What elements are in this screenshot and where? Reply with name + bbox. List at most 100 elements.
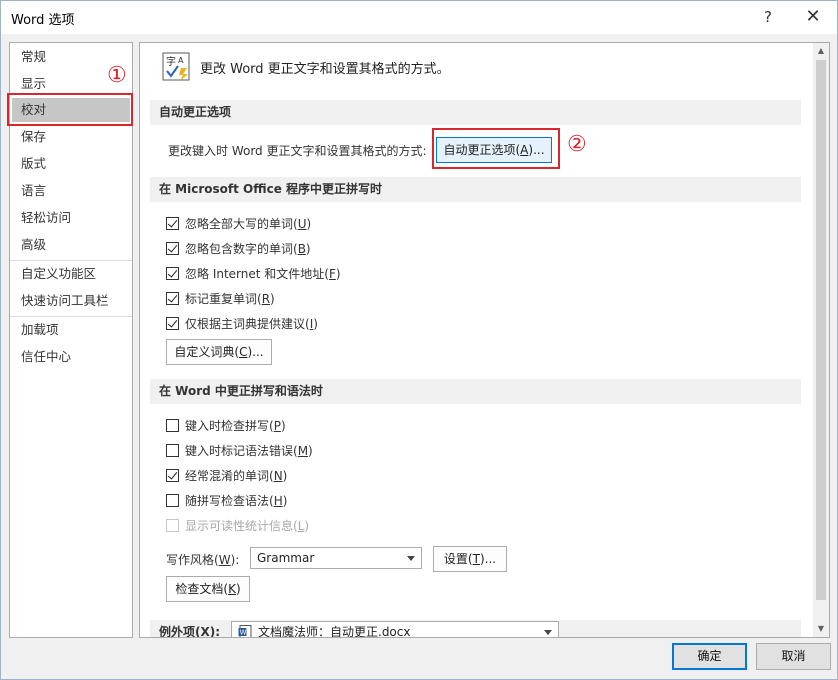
close-button[interactable]: ✕ (800, 5, 826, 29)
checkbox-ignore-numbers[interactable]: 忽略包含数字的单词(B) (166, 238, 311, 258)
button-label: 设置( (443, 552, 473, 566)
scrollbar-thumb[interactable] (816, 60, 826, 600)
grammar-settings-button[interactable]: 设置(T)... (433, 546, 507, 572)
checkbox-label: 仅根据主词典提供建议(I) (185, 315, 318, 332)
access-key: T (472, 552, 480, 566)
checkbox-box[interactable] (166, 291, 179, 305)
ok-button[interactable]: 确定 (672, 643, 747, 670)
label-text: 标记重复单词( (185, 291, 262, 306)
button-label-suffix: )... (479, 552, 497, 566)
access-key: N (273, 468, 283, 483)
checkbox-box[interactable] (166, 216, 179, 230)
svg-text:A: A (178, 56, 184, 65)
label-end: ) (282, 468, 288, 483)
checkbox-box (166, 518, 179, 532)
checkbox-box[interactable] (166, 468, 179, 482)
nav-item-trust-center[interactable]: 信任中心 (10, 345, 132, 369)
checkbox-label: 键入时检查拼写(P) (185, 417, 286, 434)
checkbox-label: 键入时标记语法错误(M) (185, 442, 313, 459)
scroll-up-arrow-icon[interactable]: ▲ (813, 43, 829, 59)
checkbox-box[interactable] (166, 493, 179, 507)
label-text: 忽略全部大写的单词( (185, 216, 298, 231)
label-end: ) (304, 518, 310, 533)
scroll-down-arrow-icon[interactable]: ▼ (813, 621, 829, 637)
annotation-box-nav (7, 93, 133, 126)
exceptions-document-select[interactable]: W 文档魔法师：自动更正.docx (231, 621, 559, 637)
content-scrollbar[interactable]: ▲ ▼ (813, 43, 829, 637)
title-bar: Word 选项 ? ✕ (1, 1, 837, 34)
checkbox-label: 标记重复单词(R) (185, 290, 275, 307)
nav-item-quick-access-toolbar[interactable]: 快速访问工具栏 (10, 289, 132, 313)
writing-style-select[interactable]: Grammar (250, 547, 422, 569)
label-text: 键入时标记语法错误( (185, 443, 298, 458)
nav-divider (10, 260, 132, 261)
button-label: 检查文档( (175, 582, 229, 596)
label-text: 显示可读性统计信息( (185, 518, 298, 533)
checkbox-box[interactable] (166, 241, 179, 255)
label-text: 忽略 Internet 和文件地址( (185, 266, 329, 281)
nav-item-language[interactable]: 语言 (10, 179, 132, 203)
checkbox-mark-grammar-errors[interactable]: 键入时标记语法错误(M) (166, 440, 313, 460)
annotation-box-autocorrect-button (432, 128, 560, 169)
label-text: 仅根据主词典提供建议( (185, 316, 310, 331)
access-key: M (297, 443, 309, 458)
checkbox-main-dictionary-only[interactable]: 仅根据主词典提供建议(I) (166, 313, 318, 333)
checkbox-check-spelling-as-you-type[interactable]: 键入时检查拼写(P) (166, 415, 286, 435)
checkbox-box[interactable] (166, 266, 179, 280)
help-button[interactable]: ? (755, 5, 781, 29)
access-key: X (200, 625, 210, 638)
label-text: 经常混淆的单词( (185, 468, 274, 483)
writing-style-label: 写作风格(W): (166, 551, 239, 568)
annotation-marker-1: ① (107, 63, 127, 88)
checkbox-box[interactable] (166, 418, 179, 432)
label-end: ) (280, 418, 286, 433)
label-end: ) (308, 443, 313, 458)
nav-item-advanced[interactable]: 高级 (10, 233, 132, 257)
checkbox-box[interactable] (166, 316, 179, 330)
checkbox-check-grammar-with-spelling[interactable]: 随拼写检查语法(H) (166, 490, 287, 510)
word-document-icon: W (238, 625, 252, 637)
options-category-list: 常规 显示 校对 保存 版式 语言 轻松访问 高级 自定义功能区 快速访问工具栏… (9, 42, 133, 638)
label-text: 写作风格( (166, 553, 219, 567)
label-end: ) (270, 291, 275, 306)
label-end: ) (306, 216, 312, 231)
checkbox-flag-repeated-words[interactable]: 标记重复单词(R) (166, 288, 275, 308)
nav-item-customize-ribbon[interactable]: 自定义功能区 (10, 262, 132, 286)
custom-dictionaries-button[interactable]: 自定义词典(C)... (166, 339, 272, 365)
section-office-spelling-header: 在 Microsoft Office 程序中更正拼写时 (150, 177, 801, 202)
button-label: 自定义词典( (174, 345, 240, 359)
access-key: H (273, 493, 283, 508)
proofing-abc-check-icon: 字 A (162, 52, 190, 81)
label-end: ) (282, 493, 288, 508)
nav-item-layout[interactable]: 版式 (10, 152, 132, 176)
recheck-document-button[interactable]: 检查文档(K) (166, 576, 250, 602)
chevron-down-icon (407, 556, 415, 561)
label-end: ) (335, 266, 341, 281)
access-key: K (228, 582, 236, 596)
checkbox-label: 忽略全部大写的单词(U) (185, 215, 311, 232)
checkbox-ignore-uppercase[interactable]: 忽略全部大写的单词(U) (166, 213, 311, 233)
nav-item-accessibility[interactable]: 轻松访问 (10, 206, 132, 230)
checkbox-label: 忽略 Internet 和文件地址(F) (185, 265, 341, 282)
checkbox-box[interactable] (166, 443, 179, 457)
checkbox-frequently-confused-words[interactable]: 经常混淆的单词(N) (166, 465, 287, 485)
svg-text:字: 字 (166, 55, 176, 68)
checkbox-label: 随拼写检查语法(H) (185, 492, 287, 509)
nav-item-add-ins[interactable]: 加载项 (10, 318, 132, 342)
label-end: ) (305, 241, 311, 256)
label-end: ): (230, 553, 240, 567)
autocorrect-description: 更改键入时 Word 更正文字和设置其格式的方式: (168, 144, 427, 158)
access-key: F (328, 266, 336, 281)
nav-item-save[interactable]: 保存 (10, 125, 132, 149)
svg-text:W: W (240, 629, 247, 637)
checkbox-ignore-internet-addresses[interactable]: 忽略 Internet 和文件地址(F) (166, 263, 341, 283)
access-key: B (297, 241, 306, 256)
label-end: ): (209, 625, 221, 638)
header-description: 更改 Word 更正文字和设置其格式的方式。 (200, 62, 450, 77)
cancel-button[interactable]: 取消 (756, 643, 831, 670)
access-key: W (218, 553, 231, 567)
chevron-down-icon (544, 630, 552, 635)
dialog-title: Word 选项 (11, 13, 75, 28)
access-key: P (273, 418, 281, 433)
label-text: 键入时检查拼写( (185, 418, 274, 433)
